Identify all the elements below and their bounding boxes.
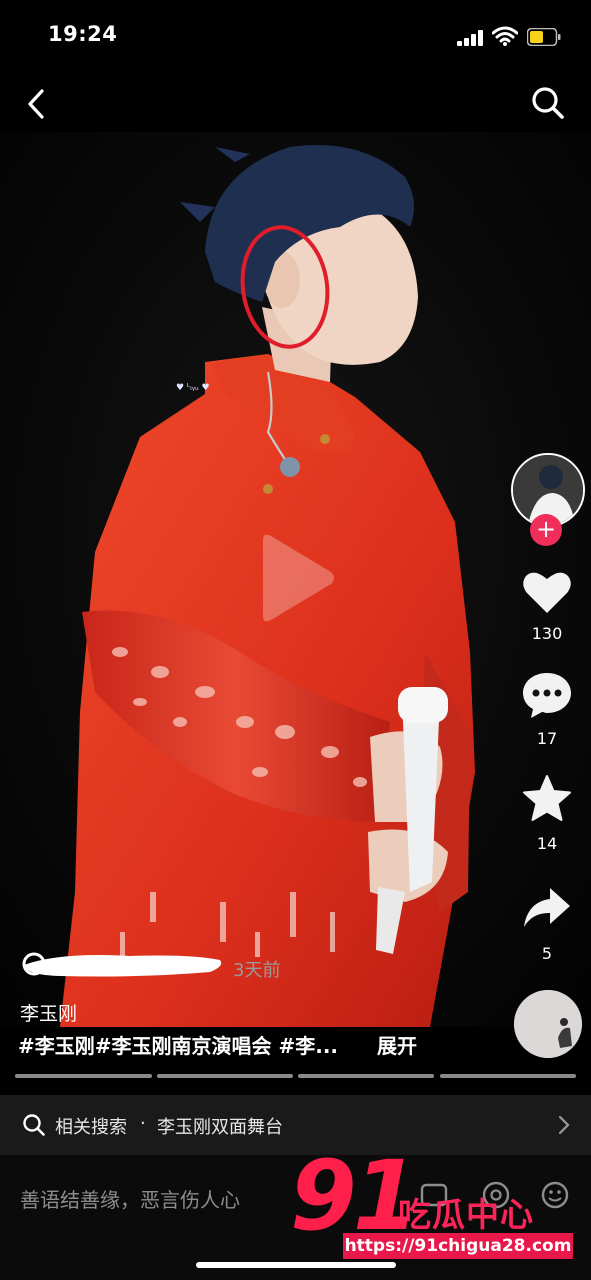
share-icon[interactable] [520, 882, 574, 936]
post-time: 3天前 [233, 960, 281, 981]
progress-segment [157, 1074, 293, 1078]
back-button[interactable] [22, 85, 52, 123]
search-icon[interactable] [530, 85, 566, 121]
author-name[interactable]: 李玉刚 [20, 999, 77, 1026]
emoji-icon[interactable] [540, 1180, 570, 1210]
wifi-icon [492, 26, 518, 46]
follow-button[interactable]: + [530, 514, 562, 546]
signal-icon [457, 30, 483, 46]
watermark-name: 吃瓜中心 [398, 1195, 534, 1234]
watermark-url: https://91chigua28.com [343, 1233, 573, 1259]
comment-count: 17 [536, 729, 558, 748]
progress-segment [298, 1074, 434, 1078]
search-icon [23, 1114, 45, 1136]
chevron-right-icon[interactable] [556, 1114, 572, 1136]
home-indicator[interactable] [196, 1262, 396, 1268]
music-disc[interactable] [514, 990, 582, 1058]
favorite-count: 14 [536, 834, 558, 853]
play-icon[interactable] [255, 530, 337, 626]
progress-segment [15, 1074, 152, 1078]
svg-text:♥ ᴸᵢᵧᵤ ♥: ♥ ᴸᵢᵧᵤ ♥ [176, 383, 210, 393]
share-count: 5 [541, 944, 553, 963]
expand-button[interactable]: 展开 [377, 1030, 417, 1059]
related-search-label: 相关搜索 [55, 1117, 127, 1138]
comment-input[interactable]: 善语结善缘，恶言伤人心 [20, 1184, 240, 1213]
comment-icon[interactable] [520, 668, 574, 722]
battery-icon [527, 28, 561, 46]
watermark-number: 91 [290, 1140, 420, 1252]
star-icon[interactable] [520, 772, 574, 826]
disc-image [514, 990, 582, 1058]
heart-icon[interactable] [520, 565, 574, 619]
related-search-separator: · [140, 1113, 146, 1134]
progress-segment [440, 1074, 576, 1078]
like-count: 130 [531, 624, 563, 643]
post-hashtags[interactable]: #李玉刚#李玉刚南京演唱会 #李... [18, 1030, 338, 1059]
redacted-username [22, 952, 222, 977]
status-time: 19:24 [48, 22, 118, 46]
related-search-term[interactable]: 李玉刚双面舞台 [157, 1113, 283, 1139]
